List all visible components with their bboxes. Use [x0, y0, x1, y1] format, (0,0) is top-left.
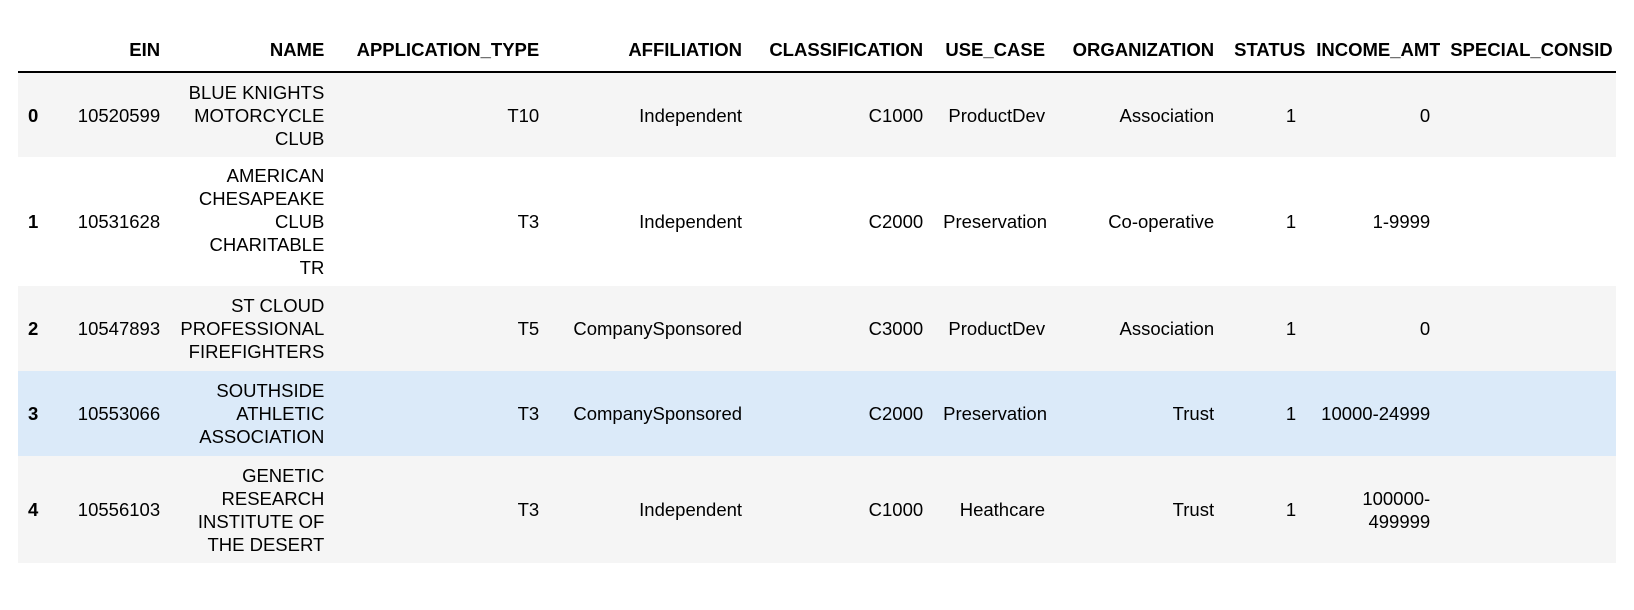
cell-use-case: Preservation — [943, 403, 1047, 424]
cell-special-considerations — [1440, 157, 1616, 286]
cell-ein: 10520599 — [77, 104, 161, 126]
cell-affiliation: CompanySponsored — [573, 403, 743, 424]
header-affiliation: AFFILIATION — [628, 39, 743, 60]
cell-status: 1 — [1285, 499, 1297, 520]
cell-status: 1 — [1285, 211, 1297, 232]
cell-organization: Association — [1119, 318, 1215, 339]
cell-use-case: ProductDev — [948, 104, 1046, 126]
cell-status: 1 — [1285, 403, 1297, 424]
cell-income-amt: 100000-499999 — [1362, 487, 1431, 532]
cell-classification: C2000 — [868, 211, 924, 232]
header-ein: EIN — [129, 39, 161, 60]
row-index: 1 — [28, 211, 39, 232]
cell-use-case: Preservation — [943, 211, 1047, 232]
cell-income-amt: 10000-24999 — [1321, 403, 1431, 424]
cell-name: AMERICAN CHESAPEAKE CLUB CHARITABLE TR — [198, 165, 325, 278]
cell-classification: C2000 — [868, 403, 924, 424]
header-organization: ORGANIZATION — [1072, 39, 1215, 60]
cell-application-type: T3 — [517, 211, 540, 232]
cell-ein: 10556103 — [77, 499, 161, 520]
cell-name: SOUTHSIDE ATHLETIC ASSOCIATION — [199, 380, 325, 447]
cell-special-considerations — [1440, 456, 1616, 563]
cell-affiliation: Independent — [639, 499, 743, 520]
cell-application-type: T10 — [507, 104, 540, 126]
header-use-case: USE_CASE — [945, 39, 1046, 60]
cell-status: 1 — [1285, 318, 1297, 339]
header-classification: CLASSIFICATION — [769, 39, 924, 60]
cell-application-type: T3 — [517, 403, 540, 424]
dataframe-output: EIN NAME APPLICATION_TYPE AFFILIATION CL… — [18, 28, 1616, 588]
table-row: 4 10556103 GENETIC RESEARCH INSTITUTE OF… — [18, 456, 1616, 563]
cell-status: 1 — [1285, 104, 1297, 126]
table-body: 0 10520599 BLUE KNIGHTS MOTORCYCLE CLUB … — [18, 72, 1616, 563]
cell-special-considerations — [1440, 371, 1616, 456]
cell-organization: Co-operative — [1108, 211, 1215, 232]
cell-ein: 10553066 — [77, 403, 161, 424]
cell-income-amt: 0 — [1419, 318, 1431, 339]
header-name: NAME — [269, 39, 325, 60]
dataframe-table: EIN NAME APPLICATION_TYPE AFFILIATION CL… — [18, 28, 1616, 563]
cell-classification: C1000 — [868, 104, 924, 126]
header-row: EIN NAME APPLICATION_TYPE AFFILIATION CL… — [18, 28, 1616, 72]
cell-income-amt: 1-9999 — [1372, 211, 1431, 232]
cell-name: ST CLOUD PROFESSIONAL FIREFIGHTERS — [180, 295, 325, 362]
header-index — [18, 28, 47, 72]
cell-organization: Association — [1119, 104, 1215, 126]
cell-affiliation: CompanySponsored — [573, 318, 743, 339]
cell-income-amt: 0 — [1419, 104, 1431, 126]
cell-affiliation: Independent — [639, 211, 743, 232]
cell-classification: C1000 — [868, 499, 924, 520]
table-row: 1 10531628 AMERICAN CHESAPEAKE CLUB CHAR… — [18, 157, 1616, 286]
table-header: EIN NAME APPLICATION_TYPE AFFILIATION CL… — [18, 28, 1616, 72]
cell-name: BLUE KNIGHTS MOTORCYCLE CLUB — [188, 81, 325, 149]
cell-application-type: T5 — [517, 318, 540, 339]
row-index: 3 — [28, 403, 39, 424]
table-row: 0 10520599 BLUE KNIGHTS MOTORCYCLE CLUB … — [18, 72, 1616, 157]
header-application-type: APPLICATION_TYPE — [356, 39, 540, 60]
cell-use-case: Heathcare — [959, 499, 1046, 520]
header-income-amt: INCOME_AMT — [1316, 39, 1441, 60]
cell-affiliation: Independent — [639, 104, 743, 126]
cell-special-considerations — [1440, 286, 1616, 371]
cell-special-considerations — [1440, 72, 1616, 157]
cell-organization: Trust — [1172, 403, 1215, 424]
header-status: STATUS — [1234, 39, 1306, 60]
row-index: 0 — [28, 104, 39, 126]
cell-ein: 10531628 — [77, 211, 161, 232]
cell-name: GENETIC RESEARCH INSTITUTE OF THE DESERT — [197, 464, 325, 555]
table-row-hovered: 3 10553066 SOUTHSIDE ATHLETIC ASSOCIATIO… — [18, 371, 1616, 456]
cell-ein: 10547893 — [77, 318, 161, 339]
cell-application-type: T3 — [517, 499, 540, 520]
row-index: 4 — [28, 499, 39, 520]
header-special-considerations: SPECIAL_CONSID — [1450, 39, 1613, 60]
cell-classification: C3000 — [868, 318, 924, 339]
table-row: 2 10547893 ST CLOUD PROFESSIONAL FIREFIG… — [18, 286, 1616, 371]
cell-organization: Trust — [1172, 499, 1215, 520]
cell-use-case: ProductDev — [948, 318, 1046, 339]
row-index: 2 — [28, 318, 39, 339]
